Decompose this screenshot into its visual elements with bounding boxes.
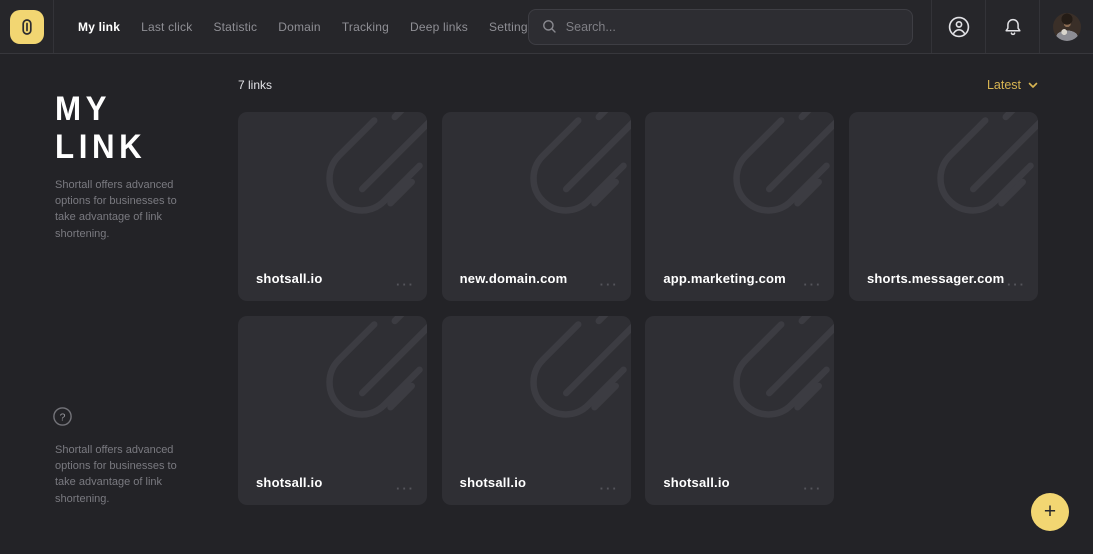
- link-card[interactable]: shotsall.io ···: [238, 316, 427, 505]
- search-input[interactable]: [566, 20, 899, 34]
- logo-cell: [0, 0, 54, 53]
- page-title: MY LINK: [55, 90, 146, 166]
- nav-item-setting[interactable]: Setting: [489, 20, 528, 34]
- link-card[interactable]: app.marketing.com ···: [645, 112, 834, 301]
- nav-item-last-click[interactable]: Last click: [141, 20, 192, 34]
- search-icon: [542, 19, 557, 34]
- link-watermark-icon: [462, 316, 631, 486]
- link-card-label: shotsall.io: [663, 475, 730, 490]
- card-menu-button[interactable]: ···: [600, 481, 619, 496]
- main-nav: My link Last click Statistic Domain Trac…: [54, 0, 528, 53]
- link-card[interactable]: shotsall.io ···: [238, 112, 427, 301]
- avatar[interactable]: [1053, 13, 1081, 41]
- nav-item-deep-links[interactable]: Deep links: [410, 20, 468, 34]
- link-watermark-icon: [462, 112, 631, 282]
- nav-item-tracking[interactable]: Tracking: [342, 20, 389, 34]
- card-menu-button[interactable]: ···: [600, 277, 619, 292]
- sidebar-help-description: Shortall offers advanced options for bus…: [55, 442, 189, 507]
- links-grid: shotsall.io ··· new.domain.com ···: [238, 112, 1038, 505]
- links-count: 7 links: [238, 78, 272, 92]
- search-bar: [528, 9, 913, 45]
- link-card[interactable]: new.domain.com ···: [442, 112, 631, 301]
- card-menu-button[interactable]: ···: [803, 277, 822, 292]
- question-circle-icon: ?: [52, 406, 73, 427]
- page-title-line1: MY: [55, 90, 111, 128]
- nav-item-statistic[interactable]: Statistic: [213, 20, 257, 34]
- sort-label: Latest: [987, 78, 1021, 92]
- help-button[interactable]: ?: [52, 406, 73, 427]
- top-navbar: My link Last click Statistic Domain Trac…: [0, 0, 1093, 54]
- paperclip-icon: [18, 17, 36, 37]
- card-menu-button[interactable]: ···: [1007, 277, 1026, 292]
- card-menu-button[interactable]: ···: [803, 481, 822, 496]
- page-title-line2: LINK: [55, 128, 146, 166]
- link-card-label: new.domain.com: [460, 271, 568, 286]
- link-watermark-icon: [258, 112, 427, 282]
- avatar-cell: [1039, 0, 1093, 53]
- notifications-button[interactable]: [985, 0, 1039, 53]
- link-card-label: shotsall.io: [256, 475, 323, 490]
- card-menu-button[interactable]: ···: [396, 277, 415, 292]
- link-card[interactable]: shotsall.io ···: [442, 316, 631, 505]
- link-card-label: shotsall.io: [460, 475, 527, 490]
- link-card-label: shotsall.io: [256, 271, 323, 286]
- content-header: 7 links Latest: [238, 54, 1038, 112]
- nav-item-domain[interactable]: Domain: [278, 20, 321, 34]
- link-watermark-icon: [665, 112, 834, 282]
- account-button[interactable]: [931, 0, 985, 53]
- link-card[interactable]: shotsall.io ···: [645, 316, 834, 505]
- sidebar-description: Shortall offers advanced options for bus…: [55, 177, 189, 242]
- link-watermark-icon: [665, 316, 834, 486]
- svg-text:?: ?: [60, 411, 66, 423]
- sort-dropdown[interactable]: Latest: [987, 78, 1038, 92]
- chevron-down-icon: [1028, 82, 1038, 89]
- link-card[interactable]: shorts.messager.com ···: [849, 112, 1038, 301]
- account-circle-icon: [946, 14, 972, 40]
- bell-icon: [1001, 15, 1025, 39]
- app-logo[interactable]: [10, 10, 44, 44]
- link-card-label: app.marketing.com: [663, 271, 786, 286]
- add-link-button[interactable]: +: [1031, 493, 1069, 531]
- link-card-label: shorts.messager.com: [867, 271, 1004, 286]
- sidebar: MY LINK Shortall offers advanced options…: [0, 54, 238, 554]
- nav-item-my-link[interactable]: My link: [78, 20, 120, 34]
- links-section: 7 links Latest shotsall.: [238, 54, 1038, 505]
- link-watermark-icon: [869, 112, 1038, 282]
- link-watermark-icon: [258, 316, 427, 486]
- card-menu-button[interactable]: ···: [396, 481, 415, 496]
